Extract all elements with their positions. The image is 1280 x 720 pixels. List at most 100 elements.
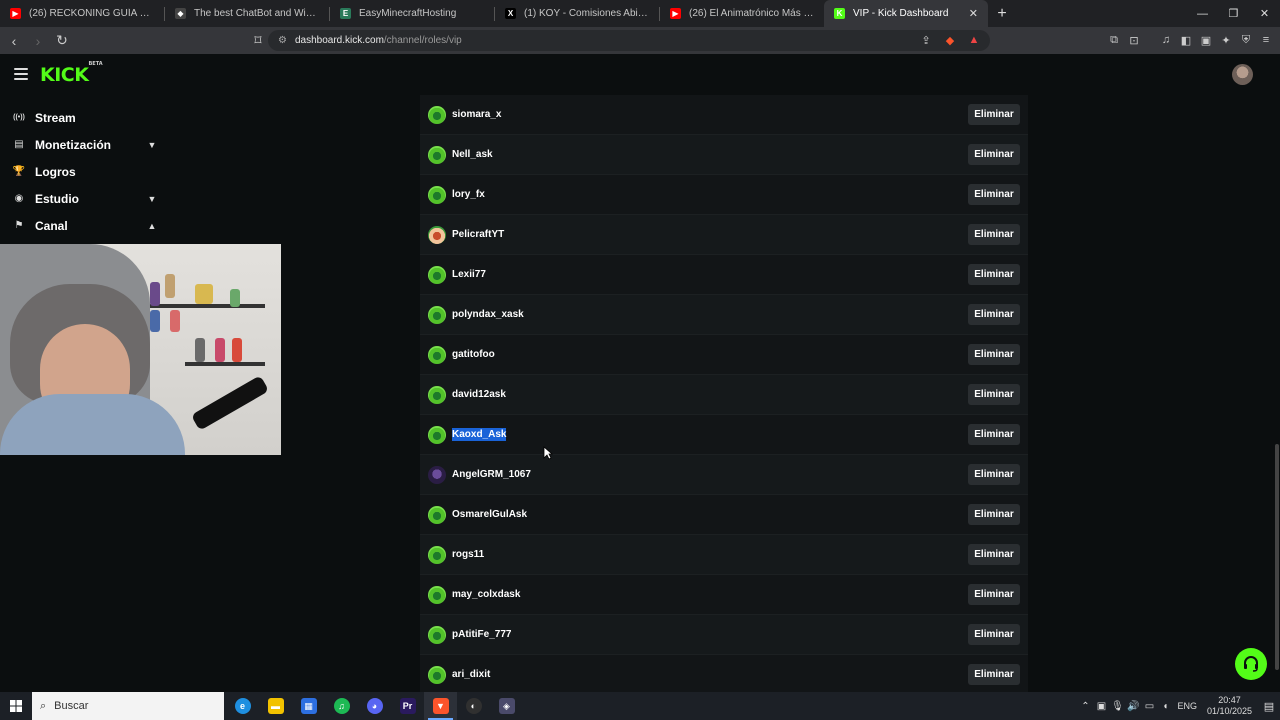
user-avatar[interactable] — [428, 225, 446, 244]
page-scrollbar[interactable] — [1274, 54, 1280, 692]
user-avatar[interactable] — [428, 385, 446, 404]
user-avatar[interactable] — [428, 465, 446, 484]
browser-tab[interactable]: ▶ (26) El Animatrónico Más Rápido de — [660, 0, 824, 27]
hamburger-menu-icon[interactable] — [14, 68, 28, 80]
remove-vip-button[interactable]: Eliminar — [968, 384, 1020, 405]
taskbar-app-brave[interactable]: ▼ — [424, 692, 457, 720]
wallet-icon[interactable]: ▣ — [1198, 30, 1214, 50]
user-avatar[interactable] — [428, 505, 446, 524]
profile-avatar[interactable] — [1232, 64, 1253, 85]
tray-app-icon[interactable]: ▣ — [1093, 701, 1109, 712]
user-avatar[interactable] — [428, 345, 446, 364]
minimize-icon[interactable]: — — [1187, 0, 1218, 27]
taskbar-app-edge[interactable]: e — [226, 692, 259, 720]
user-avatar[interactable] — [428, 185, 446, 204]
sidebar-item-logros[interactable]: 🏆 Logros — [0, 158, 170, 185]
remove-vip-button[interactable]: Eliminar — [968, 184, 1020, 205]
remove-vip-button[interactable]: Eliminar — [968, 504, 1020, 525]
screenshot-icon[interactable]: ⊡ — [1126, 30, 1142, 50]
vip-username[interactable]: siomara_x — [452, 109, 968, 120]
vip-username[interactable]: Lexii77 — [452, 269, 968, 280]
brave-shield-icon[interactable]: ◆ — [942, 32, 958, 48]
forward-icon[interactable]: › — [28, 31, 48, 51]
browser-tab[interactable]: X (1) KOY - Comisiones Abiertas en X — [495, 0, 659, 27]
browser-tab[interactable]: ◆ The best ChatBot and Widgets for Kick — [165, 0, 329, 27]
vip-username[interactable]: may_colxdask — [452, 589, 968, 600]
notifications-icon[interactable]: ▤ — [1260, 692, 1278, 720]
remove-vip-button[interactable]: Eliminar — [968, 424, 1020, 445]
close-tab-icon[interactable]: ✕ — [969, 7, 978, 20]
remove-vip-button[interactable]: Eliminar — [968, 344, 1020, 365]
browser-tab[interactable]: E EasyMinecraftHosting — [330, 0, 494, 27]
media-icon[interactable]: ♫ — [1158, 30, 1174, 50]
remove-vip-button[interactable]: Eliminar — [968, 224, 1020, 245]
sidebar-item-stream[interactable]: ((•)) Stream — [0, 104, 170, 131]
vip-username[interactable]: Kaoxd_Ask — [452, 428, 968, 441]
new-tab-icon[interactable]: + — [988, 0, 1016, 27]
remove-vip-button[interactable]: Eliminar — [968, 544, 1020, 565]
leo-ai-icon[interactable]: ✦ — [1218, 30, 1234, 50]
vip-username[interactable]: PelicraftYT — [452, 229, 968, 240]
browser-tab[interactable]: K VIP - Kick Dashboard ✕ — [824, 0, 988, 27]
bookmark-icon[interactable]: ⌑ — [248, 31, 268, 51]
user-avatar[interactable] — [428, 145, 446, 164]
address-bar[interactable]: ⚙ dashboard.kick.com/channel/roles/vip ⇪… — [268, 30, 990, 51]
back-icon[interactable]: ‹ — [4, 31, 24, 51]
windows-start-icon[interactable] — [0, 692, 32, 720]
remove-vip-button[interactable]: Eliminar — [968, 104, 1020, 125]
sidebar-item-canal[interactable]: ⚑ Canal ▲ — [0, 212, 170, 239]
user-avatar[interactable] — [428, 305, 446, 324]
vip-username[interactable]: polyndax_xask — [452, 309, 968, 320]
help-chat-button[interactable] — [1235, 648, 1267, 680]
vip-username[interactable]: pAtitiFe_777 — [452, 629, 968, 640]
user-avatar[interactable] — [428, 105, 446, 124]
vip-username[interactable]: AngelGRM_1067 — [452, 469, 968, 480]
vip-username[interactable]: lory_fx — [452, 189, 968, 200]
taskbar-search[interactable]: ⌕ Buscar — [32, 692, 224, 720]
taskbar-app-streamlabs[interactable]: ◈ — [490, 692, 523, 720]
vip-username[interactable]: OsmarelGulAsk — [452, 509, 968, 520]
vpn-icon[interactable]: ⛨ — [1238, 30, 1254, 50]
reload-icon[interactable]: ↻ — [52, 31, 72, 51]
volume-icon[interactable]: 🔊 — [1125, 701, 1141, 712]
browser-tab[interactable]: ▶ (26) RECKONING GUÍA COMO HACER — [0, 0, 164, 27]
taskbar-app-obs[interactable]: ◐ — [457, 692, 490, 720]
taskbar-app-discord[interactable]: ◕ — [358, 692, 391, 720]
user-avatar[interactable] — [428, 265, 446, 284]
share-icon[interactable]: ⇪ — [918, 32, 934, 48]
brave-rewards-icon[interactable]: ▲ — [966, 32, 982, 48]
remove-vip-button[interactable]: Eliminar — [968, 144, 1020, 165]
close-window-icon[interactable]: ✕ — [1249, 0, 1280, 27]
vip-username[interactable]: ari_dixit — [452, 669, 968, 680]
remove-vip-button[interactable]: Eliminar — [968, 584, 1020, 605]
site-info-icon[interactable]: ⚙ — [278, 35, 287, 46]
remove-vip-button[interactable]: Eliminar — [968, 264, 1020, 285]
user-avatar[interactable] — [428, 625, 446, 644]
speaker-icon[interactable]: ◖ — [1157, 701, 1173, 712]
tray-overflow-icon[interactable]: ⌃ — [1077, 701, 1093, 712]
extensions-icon[interactable]: ⧉ — [1106, 30, 1122, 50]
vip-username[interactable]: gatitofoo — [452, 349, 968, 360]
remove-vip-button[interactable]: Eliminar — [968, 664, 1020, 685]
vip-username[interactable]: david12ask — [452, 389, 968, 400]
kick-logo[interactable]: KICKBETA — [40, 61, 103, 86]
clock[interactable]: 20:47 01/10/2025 — [1207, 695, 1252, 717]
chevron-down-icon[interactable]: ▼ — [146, 194, 158, 204]
menu-icon[interactable]: ≡ — [1258, 30, 1274, 50]
sidebar-item-estudio[interactable]: ◉ Estudio ▼ — [0, 185, 170, 212]
chevron-up-icon[interactable]: ▲ — [146, 221, 158, 231]
remove-vip-button[interactable]: Eliminar — [968, 624, 1020, 645]
sidebar-toggle-icon[interactable]: ◧ — [1178, 30, 1194, 50]
user-avatar[interactable] — [428, 545, 446, 564]
chevron-down-icon[interactable]: ▼ — [146, 140, 158, 150]
taskbar-app-explorer[interactable]: ▬ — [259, 692, 292, 720]
remove-vip-button[interactable]: Eliminar — [968, 464, 1020, 485]
network-icon[interactable]: ▭ — [1141, 701, 1157, 712]
taskbar-app-spotify[interactable]: ♫ — [325, 692, 358, 720]
microphone-icon[interactable]: 🎙 — [1109, 701, 1125, 712]
remove-vip-button[interactable]: Eliminar — [968, 304, 1020, 325]
user-avatar[interactable] — [428, 665, 446, 684]
user-avatar[interactable] — [428, 425, 446, 444]
language-indicator[interactable]: ENG — [1177, 701, 1197, 711]
vip-username[interactable]: rogs11 — [452, 549, 968, 560]
